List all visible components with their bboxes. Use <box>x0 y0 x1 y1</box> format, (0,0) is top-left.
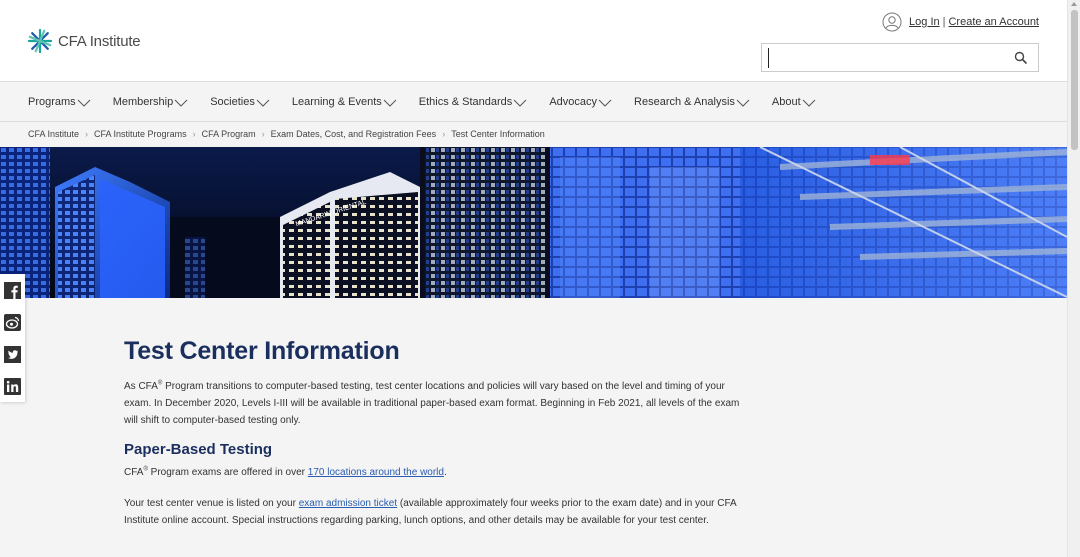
text-span: CFA <box>124 467 144 478</box>
text-span: Program exams are offered in over <box>147 467 308 478</box>
linkedin-icon <box>4 377 21 395</box>
search-box <box>761 43 1039 72</box>
login-link[interactable]: Log In <box>909 16 940 28</box>
nav-item-membership[interactable]: Membership <box>113 96 189 108</box>
chevron-down-icon <box>513 99 527 107</box>
chevron-down-icon <box>256 99 270 107</box>
create-account-link[interactable]: Create an Account <box>948 16 1039 28</box>
share-twitter[interactable] <box>0 338 25 370</box>
breadcrumb-item[interactable]: CFA Institute <box>28 129 79 139</box>
breadcrumb-item[interactable]: CFA Program <box>202 129 256 139</box>
chevron-down-icon <box>598 99 612 107</box>
hero-banner: MANDARIN ORIENTAL <box>0 147 1067 298</box>
nav-label: Ethics & Standards <box>418 96 513 108</box>
nav-item-research-analysis[interactable]: Research & Analysis <box>634 96 750 108</box>
text-span: . <box>443 467 447 478</box>
locations-paragraph: CFA® Program exams are offered in over 1… <box>124 464 744 481</box>
chevron-right-icon: › <box>85 129 89 139</box>
text-span: Your test center venue is listed on your <box>124 498 299 509</box>
user-icon <box>882 12 902 32</box>
share-linkedin[interactable] <box>0 370 25 402</box>
account-separator: | <box>942 16 946 28</box>
nav-label: Advocacy <box>549 96 598 108</box>
weibo-icon <box>4 313 21 331</box>
search-input[interactable] <box>768 48 1008 68</box>
section-heading: Paper-Based Testing <box>124 441 273 458</box>
chevron-down-icon <box>736 99 750 107</box>
search-icon[interactable] <box>1013 50 1029 66</box>
chevron-down-icon <box>174 99 188 107</box>
share-facebook[interactable] <box>0 274 25 306</box>
facebook-icon <box>4 281 21 299</box>
breadcrumb-item[interactable]: Exam Dates, Cost, and Registration Fees <box>271 129 437 139</box>
breadcrumb: CFA Institute › CFA Institute Programs ›… <box>28 129 545 139</box>
nav-label: Programs <box>28 96 76 108</box>
chevron-down-icon <box>77 99 91 107</box>
nav-label: Societies <box>210 96 255 108</box>
cfa-logo[interactable]: CFA Institute <box>27 28 141 54</box>
nav-item-learning-events[interactable]: Learning & Events <box>292 96 397 108</box>
text-span: Program transitions to computer-based te… <box>124 381 740 426</box>
admission-ticket-link[interactable]: exam admission ticket <box>299 498 397 509</box>
nav-item-about[interactable]: About <box>772 96 816 108</box>
nav-item-programs[interactable]: Programs <box>28 96 91 108</box>
breadcrumb-item[interactable]: CFA Institute Programs <box>94 129 187 139</box>
chevron-right-icon: › <box>192 129 196 139</box>
chevron-right-icon: › <box>442 129 446 139</box>
chevron-down-icon <box>383 99 397 107</box>
nav-item-ethics-standards[interactable]: Ethics & Standards <box>419 96 528 108</box>
locations-link[interactable]: 170 locations around the world <box>308 467 444 478</box>
chevron-right-icon: › <box>261 129 265 139</box>
nav-label: About <box>771 96 801 108</box>
page-title: Test Center Information <box>124 337 400 365</box>
social-share-bar <box>0 274 25 402</box>
main-content: Test Center Information As CFA® Program … <box>124 332 744 529</box>
scrollbar-thumb[interactable] <box>1071 10 1078 150</box>
main-nav: Programs Membership Societies Learning &… <box>0 83 1067 122</box>
breadcrumb-current: Test Center Information <box>451 129 545 139</box>
intro-paragraph: As CFA® Program transitions to computer-… <box>124 378 744 429</box>
nav-label: Learning & Events <box>291 96 382 108</box>
share-weibo[interactable] <box>0 306 25 338</box>
page-scrollbar[interactable] <box>1067 0 1080 557</box>
logo-text: CFA Institute <box>58 32 141 50</box>
nav-item-societies[interactable]: Societies <box>210 96 270 108</box>
text-span: As CFA <box>124 381 158 392</box>
venue-paragraph: Your test center venue is listed on your… <box>124 495 744 529</box>
nav-item-advocacy[interactable]: Advocacy <box>549 96 612 108</box>
city-skyline-image: MANDARIN ORIENTAL <box>0 147 1067 298</box>
cfa-logo-icon <box>27 28 53 54</box>
account-links: Log In | Create an Account <box>882 12 1039 32</box>
nav-label: Research & Analysis <box>634 96 735 108</box>
nav-label: Membership <box>112 96 174 108</box>
twitter-icon <box>4 345 21 363</box>
site-header: CFA Institute Log In | Create an Account <box>0 0 1067 82</box>
scroll-up-arrow-icon[interactable] <box>1071 2 1077 6</box>
chevron-down-icon <box>802 99 816 107</box>
